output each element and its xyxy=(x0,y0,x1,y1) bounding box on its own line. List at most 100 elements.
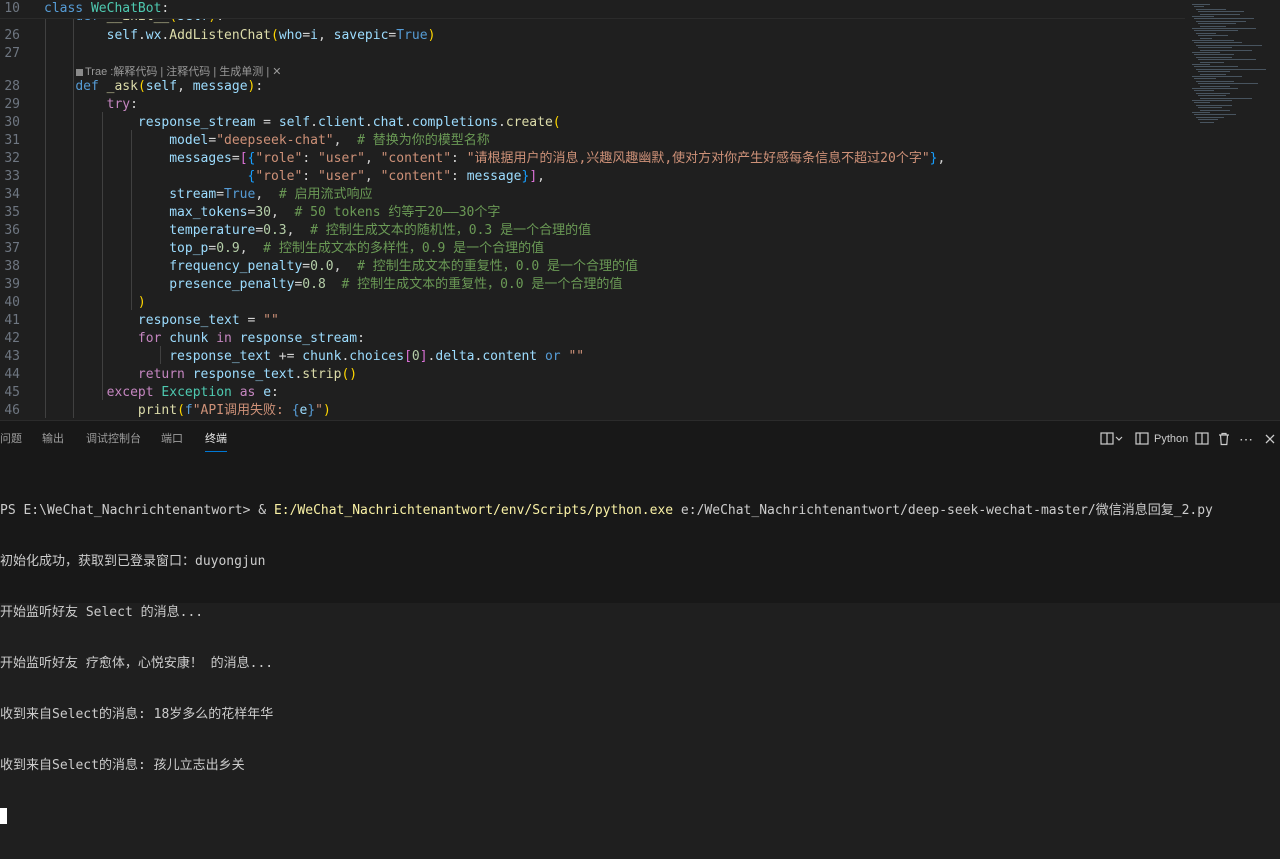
minimap-line xyxy=(1198,107,1222,109)
code-line[interactable]: 34 stream=True, # 启用流式响应 xyxy=(0,186,1185,204)
code-text: for chunk in response_stream: xyxy=(137,331,365,346)
trash-icon[interactable] xyxy=(1217,421,1231,456)
code-line[interactable]: 42 for chunk in response_stream: xyxy=(0,330,1185,348)
minimap-line xyxy=(1200,97,1252,99)
minimap-line xyxy=(1200,73,1226,75)
code-line[interactable]: 44 return response_text.strip() xyxy=(0,366,1185,384)
more-icon[interactable]: ⋯ xyxy=(1239,421,1253,456)
minimap-line xyxy=(1194,54,1234,56)
terminal-prompt: PS E:\WeChat_Nachrichtenantwort> & xyxy=(0,503,274,518)
code-text: except Exception as e: xyxy=(106,385,279,400)
line-number: 37 xyxy=(4,241,20,256)
terminal-line: 收到来自Select的消息: 孩儿立志出乡关 xyxy=(0,758,245,773)
minimap-line xyxy=(1192,64,1210,65)
line-number: 34 xyxy=(4,187,20,202)
code-editor[interactable]: 10 class WeChatBot: def __init__(self): 2… xyxy=(0,0,1280,420)
minimap-line xyxy=(1196,56,1232,58)
minimap-line xyxy=(1194,66,1238,68)
code-line[interactable]: def __init__(self): xyxy=(0,18,1185,26)
code-line[interactable]: 41 response_text = "" xyxy=(0,312,1185,330)
terminal-args: e:/WeChat_Nachrichtenantwort/deep-seek-w… xyxy=(673,503,1213,518)
sticky-scroll-header[interactable]: 10 class WeChatBot: xyxy=(0,0,1185,19)
line-number: 36 xyxy=(4,223,20,238)
code-line[interactable]: 46 print(f"API调用失败: {e}") xyxy=(0,402,1185,420)
minimap-line xyxy=(1192,4,1210,5)
minimap-line xyxy=(1194,6,1204,8)
code-text: class WeChatBot: xyxy=(44,1,170,16)
minimap-line xyxy=(1194,90,1214,92)
minimap-line xyxy=(1194,114,1236,116)
code-line[interactable]: 37 top_p=0.9, # 控制生成文本的多样性，0.9 是一个合理的值 xyxy=(0,240,1185,258)
code-line[interactable]: 45 except Exception as e: xyxy=(0,384,1185,402)
code-text: self.wx.AddListenChat(who=i, savepic=Tru… xyxy=(106,28,436,43)
code-line[interactable]: 10 class WeChatBot: xyxy=(0,0,1185,18)
terminal-input-line[interactable] xyxy=(0,808,1280,825)
tab-ports[interactable]: 端口 xyxy=(161,421,183,456)
minimap-line xyxy=(1194,30,1238,32)
tab-debug-console[interactable]: 调试控制台 xyxy=(86,421,141,456)
line-number: 27 xyxy=(4,46,20,61)
line-number: 29 xyxy=(4,97,20,112)
code-line[interactable]: 32 messages=[{"role": "user", "content":… xyxy=(0,150,1185,168)
minimap-line xyxy=(1196,92,1230,94)
code-line[interactable]: 35 max_tokens=30, # 50 tokens 约等于20——30个… xyxy=(0,204,1185,222)
minimap-line xyxy=(1200,49,1252,51)
code-line[interactable]: 26 self.wx.AddListenChat(who=i, savepic=… xyxy=(0,27,1185,45)
line-number: 30 xyxy=(4,115,20,130)
minimap-line xyxy=(1198,59,1256,61)
minimap-line xyxy=(1200,85,1230,87)
minimap-line xyxy=(1192,28,1256,29)
terminal-shell-name[interactable]: Python xyxy=(1154,421,1188,456)
split-layout-icon[interactable] xyxy=(1100,421,1126,456)
minimap-line xyxy=(1196,116,1224,118)
bottom-panel: 问题 输出 调试控制台 端口 终端 Python ⋯ PS E:\WeChat_… xyxy=(0,420,1280,824)
code-line[interactable]: 29 try: xyxy=(0,96,1185,114)
code-text: response_stream = self.client.chat.compl… xyxy=(137,115,561,130)
code-text: print(f"API调用失败: {e}") xyxy=(137,403,331,418)
trae-codelens[interactable]: Trae :解释代码 | 注释代码 | 生成单测 | ✕ xyxy=(76,63,281,81)
line-number: 31 xyxy=(4,133,20,148)
minimap-line xyxy=(1192,100,1232,101)
tab-output[interactable]: 输出 xyxy=(42,421,64,456)
tab-terminal[interactable]: 终端 xyxy=(205,421,227,456)
line-number: 28 xyxy=(4,79,20,94)
code-text: top_p=0.9, # 控制生成文本的多样性，0.9 是一个合理的值 xyxy=(169,241,545,256)
terminal-line: 开始监听好友 Select 的消息... xyxy=(0,605,204,620)
terminal-output[interactable]: PS E:\WeChat_Nachrichtenantwort> & E:/We… xyxy=(0,468,1280,859)
code-line[interactable]: 30 response_stream = self.client.chat.co… xyxy=(0,114,1185,132)
minimap-line xyxy=(1192,52,1220,53)
tab-problems[interactable]: 问题 xyxy=(0,421,22,456)
minimap-line xyxy=(1198,83,1258,85)
minimap-line xyxy=(1196,68,1266,70)
code-text: max_tokens=30, # 50 tokens 约等于20——30个字 xyxy=(169,205,501,220)
minimap[interactable] xyxy=(1188,0,1280,130)
minimap-line xyxy=(1192,76,1242,77)
code-text: presence_penalty=0.8 # 控制生成文本的重复性，0.0 是一… xyxy=(169,277,623,292)
code-line[interactable]: 27 xyxy=(0,45,1185,63)
minimap-line xyxy=(1196,80,1234,82)
code-text: try: xyxy=(106,97,138,112)
minimap-line xyxy=(1196,32,1216,34)
code-line[interactable]: 43 response_text += chunk.choices[0].del… xyxy=(0,348,1185,366)
minimap-line xyxy=(1198,35,1228,37)
line-number: 42 xyxy=(4,331,20,346)
minimap-line xyxy=(1198,95,1226,97)
code-line[interactable]: 40 ) xyxy=(0,294,1185,312)
python-terminal-icon[interactable] xyxy=(1135,421,1149,456)
minimap-line xyxy=(1192,16,1214,17)
codelens-actions[interactable]: Trae :解释代码 | 注释代码 | 生成单测 | ✕ xyxy=(85,66,281,78)
minimap-line xyxy=(1200,61,1224,63)
minimap-line xyxy=(1198,47,1232,49)
split-terminal-icon[interactable] xyxy=(1195,421,1209,456)
close-icon[interactable] xyxy=(1264,421,1276,456)
minimap-line xyxy=(1200,121,1214,123)
code-line[interactable]: 31 model="deepseek-chat", # 替换为你的模型名称 xyxy=(0,132,1185,150)
code-line[interactable]: 36 temperature=0.3, # 控制生成文本的随机性，0.3 是一个… xyxy=(0,222,1185,240)
code-line[interactable]: 39 presence_penalty=0.8 # 控制生成文本的重复性，0.0… xyxy=(0,276,1185,294)
code-text: ) xyxy=(137,295,146,310)
line-number: 44 xyxy=(4,367,20,382)
code-line[interactable]: 33 {"role": "user", "content": message}]… xyxy=(0,168,1185,186)
line-number: 38 xyxy=(4,259,20,274)
code-line[interactable]: 38 frequency_penalty=0.0, # 控制生成文本的重复性，0… xyxy=(0,258,1185,276)
code-text: return response_text.strip() xyxy=(137,367,358,382)
